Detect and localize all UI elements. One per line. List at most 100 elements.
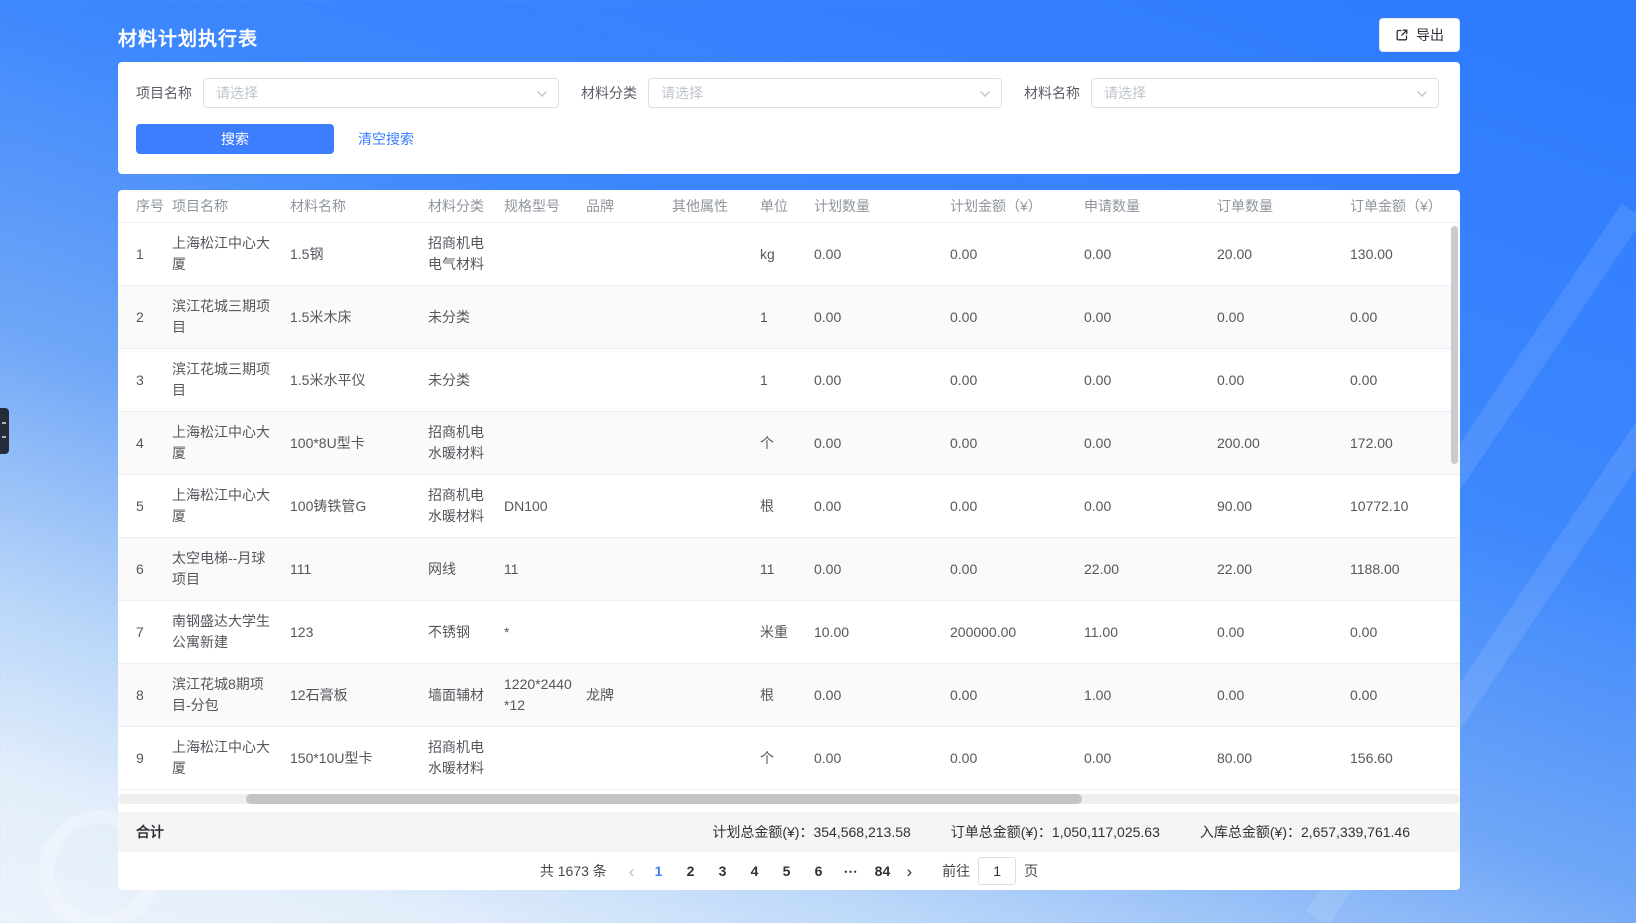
column-header: 规格型号 [504, 190, 586, 222]
summary-item: 入库总金额(¥)：2,657,339,761.46 [1200, 822, 1410, 842]
page-button[interactable]: 5 [770, 857, 802, 885]
table-cell: 个 [760, 412, 814, 474]
plan-total-value: 354,568,213.58 [813, 824, 910, 840]
table-cell: 3 [136, 349, 172, 411]
table-cell: 招商机电水暖材料 [428, 475, 504, 537]
table-cell [672, 412, 760, 474]
chevron-down-icon [979, 85, 991, 101]
table-cell: 0.00 [1084, 223, 1217, 285]
search-button[interactable]: 搜索 [136, 124, 334, 154]
table-cell: 1 [760, 286, 814, 348]
drawer-handle[interactable] [0, 408, 9, 454]
table-cell: 0.00 [1084, 412, 1217, 474]
table-cell: 1 [136, 223, 172, 285]
material-name-select[interactable]: 请选择 [1091, 78, 1439, 108]
table-cell: 11 [760, 538, 814, 600]
table-row[interactable]: 4上海松江中心大厦100*8U型卡招商机电水暖材料个0.000.000.0020… [118, 412, 1460, 475]
column-header: 其他属性 [672, 190, 760, 222]
table-cell: 招商机电水暖材料 [428, 412, 504, 474]
table-cell: 0.00 [1084, 349, 1217, 411]
table-cell: 墙面辅材 [428, 664, 504, 726]
page-button[interactable]: 1 [642, 857, 674, 885]
table-cell: 滨江花城8期项目-分包 [172, 664, 290, 726]
table-cell: 5 [136, 475, 172, 537]
summary-label: 合计 [136, 822, 164, 842]
table-cell: 22.00 [1084, 538, 1217, 600]
goto-page-input[interactable] [978, 857, 1016, 885]
table-cell [672, 664, 760, 726]
table-row[interactable]: 2滨江花城三期项目1.5米木床未分类10.000.000.000.000.00 [118, 286, 1460, 349]
page-button[interactable]: 84 [866, 857, 898, 885]
table-cell: 招商机电水暖材料 [428, 727, 504, 789]
next-page-button[interactable]: › [898, 863, 920, 880]
horizontal-scrollbar[interactable] [118, 794, 1460, 804]
table-cell [504, 223, 586, 285]
table-row[interactable]: 1上海松江中心大厦1.5钢招商机电电气材料kg0.000.000.0020.00… [118, 223, 1460, 286]
table-cell: * [504, 601, 586, 663]
goto-label: 前往 [942, 861, 970, 881]
table-row[interactable]: 9上海松江中心大厦150*10U型卡招商机电水暖材料个0.000.000.008… [118, 727, 1460, 790]
table-cell: 根 [760, 475, 814, 537]
table-cell: 156.60 [1350, 727, 1460, 789]
table-cell: 0.00 [950, 412, 1084, 474]
material-category-label: 材料分类 [581, 83, 637, 103]
table-cell: 0.00 [814, 664, 950, 726]
table-cell [586, 286, 672, 348]
table-cell: 80.00 [1217, 727, 1350, 789]
table-cell: 个 [760, 727, 814, 789]
table-cell: 4 [136, 412, 172, 474]
table-cell [586, 538, 672, 600]
table-cell [586, 412, 672, 474]
vertical-scrollbar-thumb[interactable] [1451, 226, 1458, 464]
summary-item: 订单总金额(¥)：1,050,117,025.63 [951, 822, 1160, 842]
table-row[interactable]: 3滨江花城三期项目1.5米水平仪未分类10.000.000.000.000.00 [118, 349, 1460, 412]
table-cell [672, 475, 760, 537]
table-cell: 0.00 [814, 349, 950, 411]
table-cell: 100*8U型卡 [290, 412, 428, 474]
table-cell: 0.00 [1217, 286, 1350, 348]
table-cell: 根 [760, 664, 814, 726]
export-button[interactable]: 导出 [1379, 18, 1460, 52]
table-row[interactable]: 7南钢盛达大学生公寓新建123不锈钢*米重10.00200000.0011.00… [118, 601, 1460, 664]
horizontal-scrollbar-thumb[interactable] [246, 794, 1082, 804]
page-button[interactable]: ⋯ [834, 857, 866, 885]
table-cell: 6 [136, 538, 172, 600]
material-category-select[interactable]: 请选择 [648, 78, 1002, 108]
chevron-down-icon [1416, 85, 1428, 101]
column-header: 序号 [136, 190, 172, 222]
table-cell: 200.00 [1217, 412, 1350, 474]
table-cell: 0.00 [950, 349, 1084, 411]
table-body: 1上海松江中心大厦1.5钢招商机电电气材料kg0.000.000.0020.00… [118, 223, 1460, 790]
table-row[interactable]: 5上海松江中心大厦100铸铁管G招商机电水暖材料DN100根0.000.000.… [118, 475, 1460, 538]
page-button[interactable]: 3 [706, 857, 738, 885]
select-placeholder: 请选择 [1104, 83, 1146, 103]
column-header: 材料分类 [428, 190, 504, 222]
column-header: 单位 [760, 190, 814, 222]
page-button[interactable]: 2 [674, 857, 706, 885]
table-cell: 0.00 [1350, 601, 1460, 663]
order-total-label: 订单总金额(¥)： [951, 824, 1052, 840]
clear-search-link[interactable]: 清空搜索 [358, 129, 414, 149]
page-button[interactable]: 4 [738, 857, 770, 885]
material-name-label: 材料名称 [1024, 83, 1080, 103]
table-cell: 0.00 [1084, 727, 1217, 789]
filter-panel: 项目名称 请选择 材料分类 请选择 材料名称 请选择 [118, 62, 1460, 174]
prev-page-button[interactable]: ‹ [621, 863, 643, 880]
table-cell: 0.00 [950, 475, 1084, 537]
table-cell: 123 [290, 601, 428, 663]
page-button[interactable]: 6 [802, 857, 834, 885]
table-cell [586, 727, 672, 789]
table-cell: 0.00 [1217, 601, 1350, 663]
summary-row: 合计 计划总金额(¥)：354,568,213.58 订单总金额(¥)：1,05… [118, 812, 1460, 852]
main-page: 材料计划执行表 导出 项目名称 请选择 材料分类 请选择 [118, 0, 1460, 923]
column-header: 品牌 [586, 190, 672, 222]
table-row[interactable]: 8滨江花城8期项目-分包12石膏板墙面辅材1220*2440*12龙牌根0.00… [118, 664, 1460, 727]
table-row[interactable]: 6太空电梯--月球项目111网线11110.000.0022.0022.0011… [118, 538, 1460, 601]
table-cell: 0.00 [1217, 349, 1350, 411]
chevron-down-icon [536, 85, 548, 101]
project-name-select[interactable]: 请选择 [203, 78, 559, 108]
table-cell: 滨江花城三期项目 [172, 349, 290, 411]
table-cell [672, 223, 760, 285]
table-cell: 上海松江中心大厦 [172, 475, 290, 537]
goto-unit: 页 [1024, 861, 1038, 881]
